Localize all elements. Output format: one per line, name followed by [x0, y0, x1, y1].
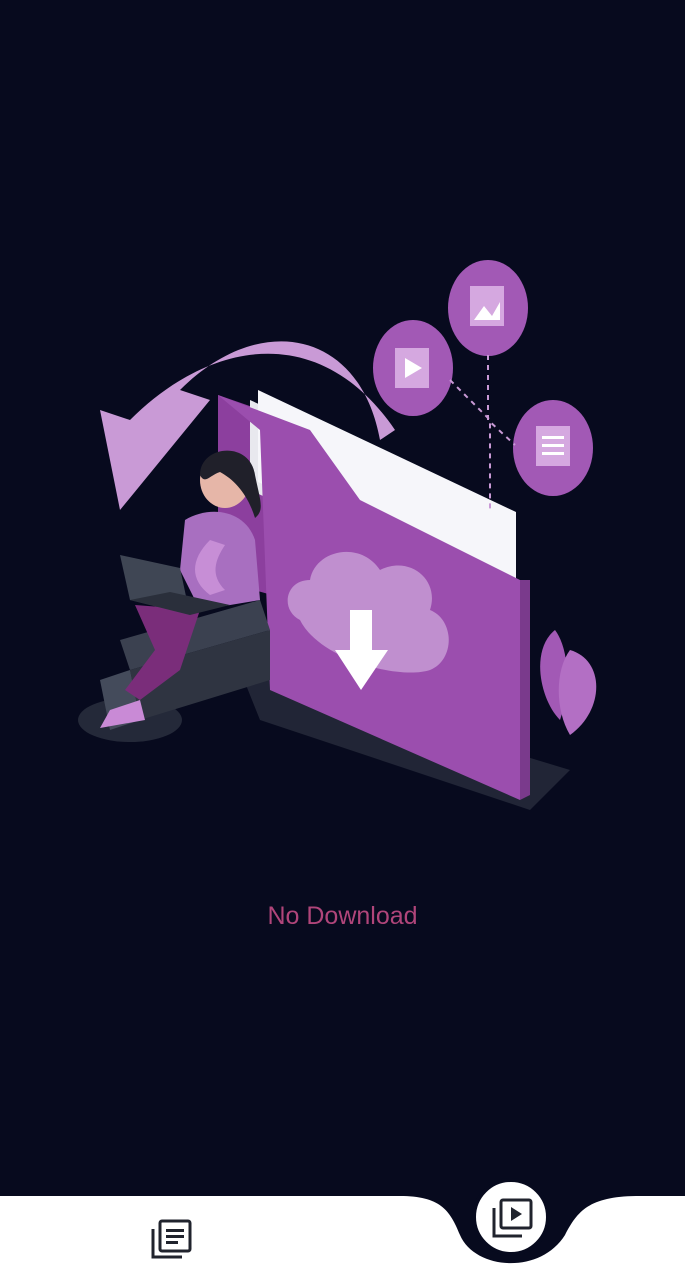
list-icon [151, 1219, 192, 1259]
plant-icon [540, 630, 597, 735]
nav-list-button[interactable] [148, 1217, 196, 1261]
bottom-nav-background [0, 1196, 685, 1280]
document-file-icon [513, 400, 593, 496]
bottom-navigation-bar [0, 1178, 685, 1280]
no-download-message: No Download [267, 902, 418, 930]
image-file-icon [448, 260, 528, 356]
video-file-icon [373, 320, 453, 416]
nav-video-library-button[interactable] [472, 1178, 550, 1256]
video-library-icon [492, 1198, 533, 1238]
empty-downloads-illustration [78, 260, 597, 810]
downloads-screen: No Download [0, 0, 685, 1280]
